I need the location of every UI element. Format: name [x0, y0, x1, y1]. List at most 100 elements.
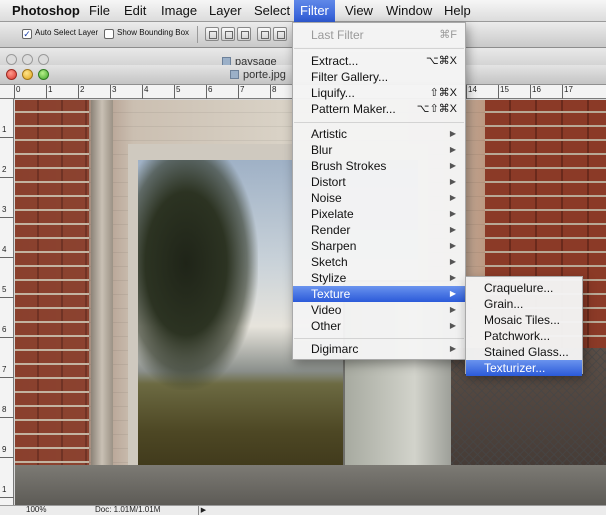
menu-divider [294, 48, 464, 49]
menu-item-shortcut: ⌘F [439, 29, 457, 41]
submenu-arrow-icon: ▶ [449, 273, 456, 282]
menu-item-texture[interactable]: Texture ▶ [293, 286, 465, 302]
menu-file[interactable]: File [83, 0, 116, 22]
filter-menu: Last Filter ⌘F Extract... ⌥⌘X Filter Gal… [292, 22, 466, 360]
align-left-icon[interactable] [257, 27, 271, 41]
menu-image[interactable]: Image [155, 0, 203, 22]
submenu-item-texturizer[interactable]: Texturizer... [466, 360, 582, 376]
stone-pillar [91, 100, 113, 505]
minimize-button-inactive[interactable] [22, 54, 33, 65]
menu-item-sketch[interactable]: Sketch ▶ [293, 254, 465, 270]
menu-item-filter-gallery[interactable]: Filter Gallery... [293, 69, 465, 85]
menu-item-brush-strokes[interactable]: Brush Strokes ▶ [293, 158, 465, 174]
zoom-button-inactive[interactable] [38, 54, 49, 65]
menu-item-label: Sketch [311, 255, 348, 269]
close-button-inactive[interactable] [6, 54, 17, 65]
menu-divider [294, 122, 464, 123]
menu-filter[interactable]: Filter [294, 0, 335, 22]
vruler-label: 1 [2, 485, 7, 494]
menu-item-label: Pixelate [311, 207, 354, 221]
auto-select-checkbox[interactable]: ✓ [22, 29, 32, 39]
menu-item-shortcut: ⌥⌘X [425, 55, 457, 67]
vertical-ruler[interactable]: 1 2 3 4 5 6 7 8 9 1 [0, 99, 14, 505]
floor [15, 465, 606, 505]
minimize-button[interactable] [22, 69, 33, 80]
menu-app-photoshop[interactable]: Photoshop [6, 0, 86, 22]
menu-item-label: Liquify... [311, 86, 355, 100]
align-vcenter-icon[interactable] [221, 27, 235, 41]
ruler-label: 6 [208, 85, 213, 94]
vruler-label: 9 [2, 445, 7, 454]
vruler-label: 3 [2, 205, 7, 214]
submenu-item-craquelure[interactable]: Craquelure... [466, 280, 582, 296]
submenu-arrow-icon: ▶ [449, 289, 456, 298]
menu-edit[interactable]: Edit [118, 0, 152, 22]
menu-item-blur[interactable]: Blur ▶ [293, 142, 465, 158]
menu-select[interactable]: Select [248, 0, 296, 22]
doc-size: Doc: 1.01M/1.01M [95, 505, 161, 514]
submenu-item-patchwork[interactable]: Patchwork... [466, 328, 582, 344]
bounding-box-label: Show Bounding Box [117, 28, 190, 37]
menu-item-label: Render [311, 223, 351, 237]
menu-window[interactable]: Window [380, 0, 438, 22]
menu-item-distort[interactable]: Distort ▶ [293, 174, 465, 190]
menu-bar: Photoshop File Edit Image Layer Select F… [0, 0, 606, 22]
menu-help[interactable]: Help [438, 0, 477, 22]
menu-item-label: Blur [311, 143, 333, 157]
ruler-label: 3 [112, 85, 117, 94]
vruler-label: 1 [2, 125, 7, 134]
menu-layer[interactable]: Layer [203, 0, 248, 22]
align-top-icon[interactable] [205, 27, 219, 41]
submenu-arrow-icon: ▶ [449, 193, 456, 202]
ruler-label: 14 [468, 85, 477, 94]
menu-item-artistic[interactable]: Artistic ▶ [293, 126, 465, 142]
menu-item-pattern-maker[interactable]: Pattern Maker... ⌥⇧⌘X [293, 101, 465, 117]
menu-item-extract[interactable]: Extract... ⌥⌘X [293, 53, 465, 69]
menu-item-label: Distort [311, 175, 346, 189]
menu-item-render[interactable]: Render ▶ [293, 222, 465, 238]
zoom-level[interactable]: 100% [26, 505, 46, 514]
front-document-title: porte.jpg [230, 69, 286, 81]
submenu-item-stained-glass[interactable]: Stained Glass... [466, 344, 582, 360]
ruler-label: 7 [240, 85, 245, 94]
menu-item-noise[interactable]: Noise ▶ [293, 190, 465, 206]
submenu-arrow-icon: ▶ [449, 209, 456, 218]
menu-item-label: Digimarc [311, 342, 359, 356]
menu-item-video[interactable]: Video ▶ [293, 302, 465, 318]
align-hcenter-icon[interactable] [273, 27, 287, 41]
vruler-label: 2 [2, 165, 7, 174]
submenu-arrow-icon: ▶ [449, 145, 456, 154]
menu-item-stylize[interactable]: Stylize ▶ [293, 270, 465, 286]
menu-item-label: Other [311, 319, 342, 333]
menu-divider [294, 338, 464, 339]
zoom-button[interactable] [38, 69, 49, 80]
menu-item-other[interactable]: Other ▶ [293, 318, 465, 334]
ruler-label: 17 [564, 85, 573, 94]
ruler-label: 5 [176, 85, 181, 94]
tree-silhouette [138, 160, 258, 390]
submenu-item-grain[interactable]: Grain... [466, 296, 582, 312]
menu-item-digimarc[interactable]: Digimarc ▶ [293, 341, 465, 357]
menu-item-label: Last Filter [311, 28, 364, 42]
submenu-arrow-icon: ▶ [449, 129, 456, 138]
submenu-item-mosaic-tiles[interactable]: Mosaic Tiles... [466, 312, 582, 328]
menu-item-sharpen[interactable]: Sharpen ▶ [293, 238, 465, 254]
submenu-arrow-icon: ▶ [449, 257, 456, 266]
menu-item-label: Stylize [311, 271, 347, 285]
menu-item-pixelate[interactable]: Pixelate ▶ [293, 206, 465, 222]
vruler-label: 7 [2, 365, 7, 374]
status-arrow-icon[interactable]: ▶ [198, 506, 208, 515]
menu-item-label: Pattern Maker... [311, 102, 396, 116]
vruler-label: 4 [2, 245, 7, 254]
bounding-box-checkbox[interactable] [104, 29, 114, 39]
vruler-label: 6 [2, 325, 7, 334]
close-button[interactable] [6, 69, 17, 80]
submenu-arrow-icon: ▶ [449, 344, 456, 353]
ruler-label: 16 [532, 85, 541, 94]
menu-view[interactable]: View [339, 0, 379, 22]
vruler-label: 5 [2, 285, 7, 294]
menu-item-label: Artistic [311, 127, 347, 141]
menu-item-liquify[interactable]: Liquify... ⇧⌘X [293, 85, 465, 101]
align-bottom-icon[interactable] [237, 27, 251, 41]
menu-item-label: Video [311, 303, 342, 317]
